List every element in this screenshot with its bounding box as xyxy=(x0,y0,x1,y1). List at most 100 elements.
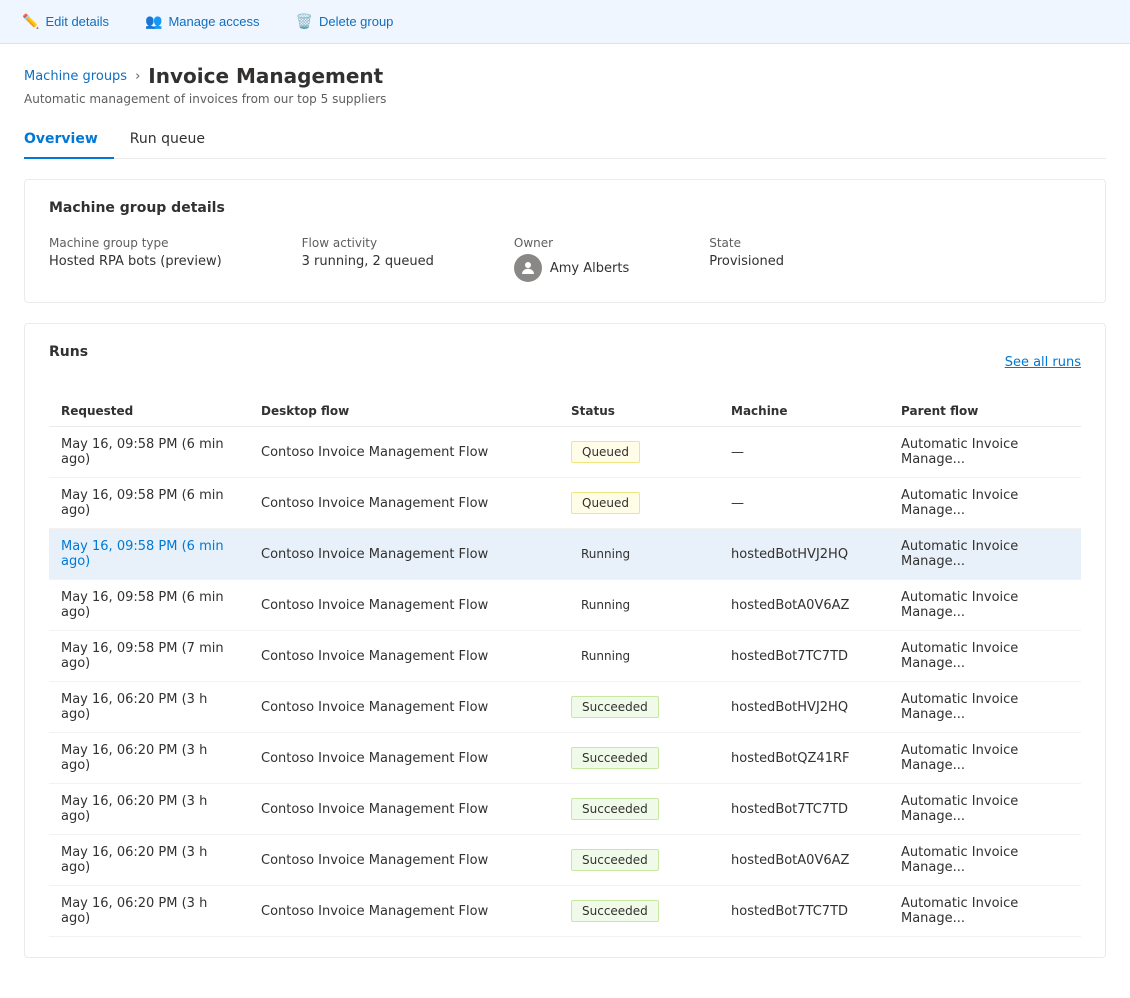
cell-parent-flow: Automatic Invoice Manage... xyxy=(889,733,1081,784)
cell-status: Succeeded xyxy=(559,784,719,835)
see-all-runs-link[interactable]: See all runs xyxy=(1005,355,1081,370)
cell-status: Succeeded xyxy=(559,733,719,784)
details-row: Machine group type Hosted RPA bots (prev… xyxy=(49,236,1081,282)
breadcrumb: Machine groups › Invoice Management xyxy=(24,64,1106,88)
cell-parent-flow: Automatic Invoice Manage... xyxy=(889,478,1081,529)
cell-status: Succeeded xyxy=(559,886,719,937)
col-header-desktop-flow: Desktop flow xyxy=(249,396,559,427)
cell-requested: May 16, 09:58 PM (6 min ago) xyxy=(49,580,249,631)
owner-label: Owner xyxy=(514,236,629,250)
manage-label: Manage access xyxy=(168,14,259,29)
cell-machine: hostedBotA0V6AZ xyxy=(719,580,889,631)
cell-machine: hostedBotHVJ2HQ xyxy=(719,682,889,733)
owner-name: Amy Alberts xyxy=(550,261,629,276)
cell-requested: May 16, 09:58 PM (6 min ago) xyxy=(49,478,249,529)
tab-overview[interactable]: Overview xyxy=(24,123,114,159)
table-row[interactable]: May 16, 06:20 PM (3 h ago)Contoso Invoic… xyxy=(49,835,1081,886)
manage-access-button[interactable]: 👥 Manage access xyxy=(139,9,266,34)
cell-requested: May 16, 09:58 PM (6 min ago) xyxy=(49,427,249,478)
cell-desktop-flow: Contoso Invoice Management Flow xyxy=(249,478,559,529)
table-row[interactable]: May 16, 09:58 PM (6 min ago)Contoso Invo… xyxy=(49,427,1081,478)
status-badge: Running xyxy=(571,595,640,615)
cell-desktop-flow: Contoso Invoice Management Flow xyxy=(249,580,559,631)
cell-parent-flow: Automatic Invoice Manage... xyxy=(889,631,1081,682)
breadcrumb-separator: › xyxy=(135,69,140,84)
cell-requested: May 16, 06:20 PM (3 h ago) xyxy=(49,835,249,886)
col-header-parent-flow: Parent flow xyxy=(889,396,1081,427)
details-card-title: Machine group details xyxy=(49,200,1081,216)
table-row[interactable]: May 16, 06:20 PM (3 h ago)Contoso Invoic… xyxy=(49,733,1081,784)
type-value: Hosted RPA bots (preview) xyxy=(49,254,222,269)
edit-icon: ✏️ xyxy=(22,13,39,30)
cell-parent-flow: Automatic Invoice Manage... xyxy=(889,427,1081,478)
table-row[interactable]: May 16, 09:58 PM (6 min ago)Contoso Invo… xyxy=(49,478,1081,529)
detail-activity: Flow activity 3 running, 2 queued xyxy=(302,236,434,269)
cell-desktop-flow: Contoso Invoice Management Flow xyxy=(249,682,559,733)
col-header-requested: Requested xyxy=(49,396,249,427)
status-badge: Succeeded xyxy=(571,900,659,922)
col-header-machine: Machine xyxy=(719,396,889,427)
delete-icon: 🗑️ xyxy=(296,13,313,30)
cell-status: Running xyxy=(559,529,719,580)
cell-status: Running xyxy=(559,631,719,682)
type-label: Machine group type xyxy=(49,236,222,250)
cell-machine: hostedBotA0V6AZ xyxy=(719,835,889,886)
toolbar: ✏️ Edit details 👥 Manage access 🗑️ Delet… xyxy=(0,0,1130,44)
cell-machine: — xyxy=(719,427,889,478)
tab-run-queue[interactable]: Run queue xyxy=(130,123,221,159)
cell-machine: hostedBotQZ41RF xyxy=(719,733,889,784)
cell-parent-flow: Automatic Invoice Manage... xyxy=(889,529,1081,580)
cell-requested: May 16, 09:58 PM (7 min ago) xyxy=(49,631,249,682)
cell-machine: hostedBot7TC7TD xyxy=(719,886,889,937)
cell-parent-flow: Automatic Invoice Manage... xyxy=(889,682,1081,733)
delete-group-button[interactable]: 🗑️ Delete group xyxy=(290,9,400,34)
table-row[interactable]: May 16, 09:58 PM (7 min ago)Contoso Invo… xyxy=(49,631,1081,682)
runs-table: Requested Desktop flow Status Machine Pa… xyxy=(49,396,1081,937)
cell-desktop-flow: Contoso Invoice Management Flow xyxy=(249,886,559,937)
avatar xyxy=(514,254,542,282)
cell-desktop-flow: Contoso Invoice Management Flow xyxy=(249,427,559,478)
cell-status: Queued xyxy=(559,478,719,529)
breadcrumb-parent-link[interactable]: Machine groups xyxy=(24,69,127,84)
table-row[interactable]: May 16, 09:58 PM (6 min ago)Contoso Invo… xyxy=(49,580,1081,631)
cell-machine: hostedBotHVJ2HQ xyxy=(719,529,889,580)
cell-requested: May 16, 06:20 PM (3 h ago) xyxy=(49,682,249,733)
page-title: Invoice Management xyxy=(148,64,383,88)
cell-requested: May 16, 06:20 PM (3 h ago) xyxy=(49,733,249,784)
cell-status: Queued xyxy=(559,427,719,478)
cell-parent-flow: Automatic Invoice Manage... xyxy=(889,784,1081,835)
cell-requested: May 16, 06:20 PM (3 h ago) xyxy=(49,886,249,937)
runs-card: Runs See all runs Requested Desktop flow… xyxy=(24,323,1106,958)
cell-desktop-flow: Contoso Invoice Management Flow xyxy=(249,529,559,580)
cell-parent-flow: Automatic Invoice Manage... xyxy=(889,580,1081,631)
table-row[interactable]: May 16, 09:58 PM (6 min ago)Contoso Invo… xyxy=(49,529,1081,580)
manage-icon: 👥 xyxy=(145,13,162,30)
table-row[interactable]: May 16, 06:20 PM (3 h ago)Contoso Invoic… xyxy=(49,682,1081,733)
state-label: State xyxy=(709,236,784,250)
cell-machine: hostedBot7TC7TD xyxy=(719,631,889,682)
detail-type: Machine group type Hosted RPA bots (prev… xyxy=(49,236,222,269)
activity-value: 3 running, 2 queued xyxy=(302,254,434,269)
activity-label: Flow activity xyxy=(302,236,434,250)
status-badge: Succeeded xyxy=(571,798,659,820)
cell-machine: — xyxy=(719,478,889,529)
cell-status: Succeeded xyxy=(559,682,719,733)
edit-details-button[interactable]: ✏️ Edit details xyxy=(16,9,115,34)
runs-title: Runs xyxy=(49,344,88,360)
cell-status: Succeeded xyxy=(559,835,719,886)
state-value: Provisioned xyxy=(709,254,784,269)
cell-machine: hostedBot7TC7TD xyxy=(719,784,889,835)
cell-parent-flow: Automatic Invoice Manage... xyxy=(889,886,1081,937)
page-content: Machine groups › Invoice Management Auto… xyxy=(0,44,1130,998)
cell-parent-flow: Automatic Invoice Manage... xyxy=(889,835,1081,886)
cell-desktop-flow: Contoso Invoice Management Flow xyxy=(249,631,559,682)
table-row[interactable]: May 16, 06:20 PM (3 h ago)Contoso Invoic… xyxy=(49,886,1081,937)
delete-label: Delete group xyxy=(319,14,393,29)
table-row[interactable]: May 16, 06:20 PM (3 h ago)Contoso Invoic… xyxy=(49,784,1081,835)
page-subtitle: Automatic management of invoices from ou… xyxy=(24,92,1106,106)
edit-label: Edit details xyxy=(45,14,109,29)
status-badge: Running xyxy=(571,544,640,564)
cell-requested: May 16, 06:20 PM (3 h ago) xyxy=(49,784,249,835)
runs-header: Runs See all runs xyxy=(49,344,1081,380)
cell-status: Running xyxy=(559,580,719,631)
